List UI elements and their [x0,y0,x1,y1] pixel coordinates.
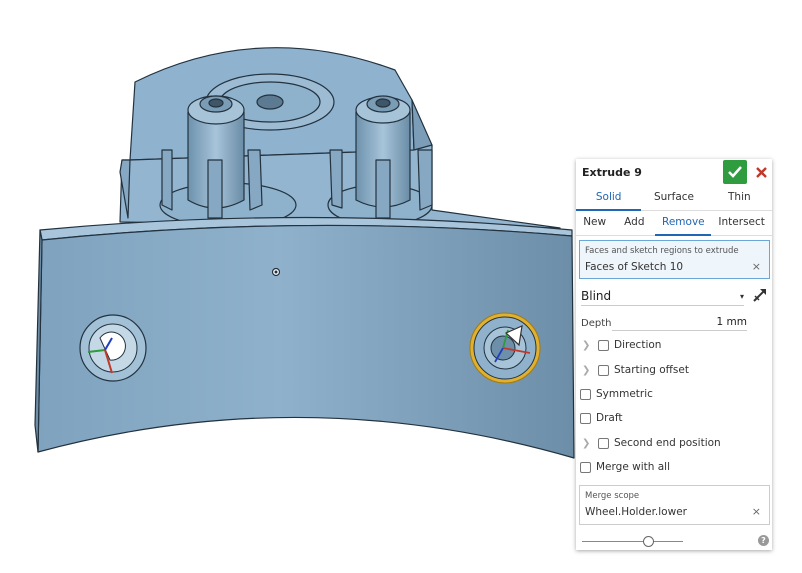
flip-direction-icon[interactable] [752,287,768,303]
model-body[interactable] [34,47,575,459]
checkmark-icon [728,166,742,178]
right-sketch-hole[interactable] [469,312,541,384]
direction-checkbox[interactable] [598,339,609,351]
second-end-checkbox[interactable] [598,437,609,449]
draft-checkbox[interactable] [580,412,591,424]
chevron-right-icon[interactable]: ❯ [582,365,592,376]
chevron-right-icon[interactable]: ❯ [582,340,592,351]
left-sketch-hole[interactable] [79,314,147,382]
starting-offset-label: Starting offset [614,364,689,376]
clear-merge-scope-icon[interactable]: × [752,505,761,518]
extrude-feature-panel: Extrude 9 Solid Surface Thin New Add Rem… [576,159,772,550]
symmetric-option: Symmetric [580,386,653,402]
merge-scope-field[interactable]: Merge scope Wheel.Holder.lower × [579,485,770,525]
depth-input[interactable]: 1 mm [612,315,747,331]
tab-new[interactable]: New [576,211,613,235]
tab-surface[interactable]: Surface [641,186,706,210]
merge-scope-value: Wheel.Holder.lower [585,506,687,518]
feature-title: Extrude 9 [582,166,642,179]
merge-with-all-label: Merge with all [596,461,670,473]
tab-remove[interactable]: Remove [655,211,712,236]
second-end-option: ❯ Second end position [576,435,721,451]
merge-with-all-checkbox[interactable] [580,461,591,473]
cancel-button[interactable] [750,160,772,184]
end-type-dropdown[interactable]: Blind ▾ [581,289,744,306]
direction-option: ❯ Direction [576,337,661,353]
tab-solid[interactable]: Solid [576,186,642,211]
close-icon [755,166,767,178]
depth-label: Depth [581,318,612,329]
tab-thin[interactable]: Thin [707,186,772,210]
clear-selection-icon[interactable]: × [752,260,761,273]
merge-with-all-option: Merge with all [580,459,670,475]
selection-value: Faces of Sketch 10 [585,261,684,273]
symmetric-checkbox[interactable] [580,388,591,400]
end-type-value: Blind [581,289,612,303]
confirm-button[interactable] [723,160,747,184]
selection-field[interactable]: Faces and sketch regions to extrude Face… [579,240,770,279]
second-end-label: Second end position [614,437,721,449]
preview-slider-handle[interactable] [643,536,654,547]
body-type-tabs: Solid Surface Thin [576,186,772,211]
direction-label: Direction [614,339,662,351]
operation-tabs: New Add Remove Intersect [576,211,772,236]
draft-label: Draft [596,412,623,424]
starting-offset-checkbox[interactable] [598,364,609,376]
symmetric-label: Symmetric [596,388,653,400]
chevron-down-icon: ▾ [739,292,744,301]
selection-caption: Faces and sketch regions to extrude [585,246,739,256]
tab-intersect[interactable]: Intersect [711,211,772,235]
help-icon[interactable]: ? [758,535,769,546]
draft-option: Draft [580,410,622,426]
merge-scope-caption: Merge scope [585,491,640,501]
tab-add[interactable]: Add [613,211,655,235]
preview-slider-track[interactable] [582,541,683,542]
starting-offset-option: ❯ Starting offset [576,362,689,378]
chevron-right-icon[interactable]: ❯ [582,438,592,449]
